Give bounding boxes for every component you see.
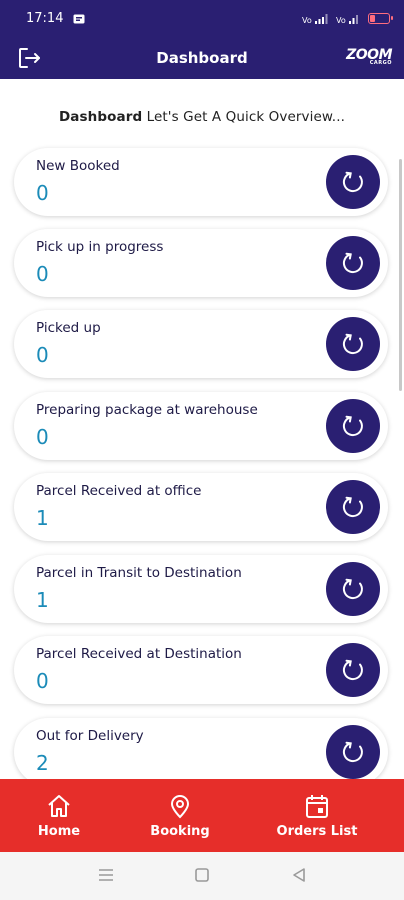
nav-orders-list-label: Orders List [276, 824, 358, 839]
refresh-icon [342, 578, 363, 600]
signal-icon-2: Vo [336, 13, 360, 25]
page-title: Dashboard [156, 49, 248, 67]
message-icon [73, 14, 85, 24]
brand-logo: ZOOM CARGO [346, 47, 392, 66]
logout-icon[interactable] [16, 45, 42, 71]
svg-text:Vo: Vo [336, 16, 346, 25]
card-label: Picked up [36, 320, 101, 336]
card-label: Pick up in progress [36, 239, 164, 255]
status-card-received-at-destination[interactable]: Parcel Received at Destination 0 [14, 636, 388, 704]
card-count: 0 [36, 343, 49, 367]
card-label: Preparing package at warehouse [36, 402, 258, 418]
nav-booking[interactable]: Booking [145, 779, 215, 852]
refresh-button[interactable] [326, 236, 380, 290]
card-count: 2 [36, 751, 49, 775]
card-count: 0 [36, 425, 49, 449]
refresh-button[interactable] [326, 480, 380, 534]
refresh-button[interactable] [326, 317, 380, 371]
calendar-icon [306, 795, 328, 818]
nav-orders-list[interactable]: Orders List [275, 779, 359, 852]
status-card-in-transit[interactable]: Parcel in Transit to Destination 1 [14, 555, 388, 623]
refresh-button[interactable] [326, 643, 380, 697]
status-bar: 17:14 Vo Vo [0, 0, 404, 37]
home-square-icon[interactable] [193, 866, 211, 888]
home-icon [48, 795, 70, 817]
status-card-received-at-office[interactable]: Parcel Received at office 1 [14, 473, 388, 541]
signal-icon: Vo [302, 13, 328, 25]
bottom-nav: Home Booking Orders List [0, 779, 404, 852]
status-card-out-for-delivery[interactable]: Out for Delivery 2 [14, 718, 388, 779]
location-pin-icon [170, 795, 190, 819]
refresh-icon [342, 171, 363, 193]
menu-icon[interactable] [97, 866, 115, 888]
status-card-preparing-package[interactable]: Preparing package at warehouse 0 [14, 392, 388, 460]
refresh-icon [342, 659, 363, 681]
card-count: 0 [36, 262, 49, 286]
card-label: Parcel Received at Destination [36, 646, 242, 662]
refresh-button[interactable] [326, 562, 380, 616]
battery-icon [368, 13, 393, 24]
status-card-new-booked[interactable]: New Booked 0 [14, 148, 388, 216]
svg-text:Vo: Vo [302, 16, 312, 25]
app-bar: Dashboard ZOOM CARGO [0, 37, 404, 79]
refresh-button[interactable] [326, 399, 380, 453]
card-count: 0 [36, 669, 49, 693]
refresh-button[interactable] [326, 155, 380, 209]
scrollbar[interactable] [399, 159, 402, 391]
nav-booking-label: Booking [150, 824, 210, 839]
refresh-icon [342, 741, 363, 763]
status-card-picked-up[interactable]: Picked up 0 [14, 310, 388, 378]
refresh-icon [342, 252, 363, 274]
dashboard-content[interactable]: Dashboard Let's Get A Quick Overview... … [0, 79, 404, 779]
card-label: New Booked [36, 158, 120, 174]
refresh-icon [342, 333, 363, 355]
system-nav-bar [0, 852, 404, 900]
status-time: 17:14 [26, 11, 64, 26]
refresh-icon [342, 415, 363, 437]
refresh-icon [342, 496, 363, 518]
card-label: Parcel in Transit to Destination [36, 565, 242, 581]
back-icon[interactable] [290, 866, 308, 888]
card-label: Out for Delivery [36, 728, 144, 744]
card-count: 0 [36, 181, 49, 205]
dashboard-subtitle: Dashboard Let's Get A Quick Overview... [59, 109, 345, 125]
card-label: Parcel Received at office [36, 483, 202, 499]
refresh-button[interactable] [326, 725, 380, 779]
nav-home-label: Home [37, 824, 81, 839]
status-card-pickup-in-progress[interactable]: Pick up in progress 0 [14, 229, 388, 297]
nav-home[interactable]: Home [26, 779, 92, 852]
card-count: 1 [36, 506, 49, 530]
card-count: 1 [36, 588, 49, 612]
